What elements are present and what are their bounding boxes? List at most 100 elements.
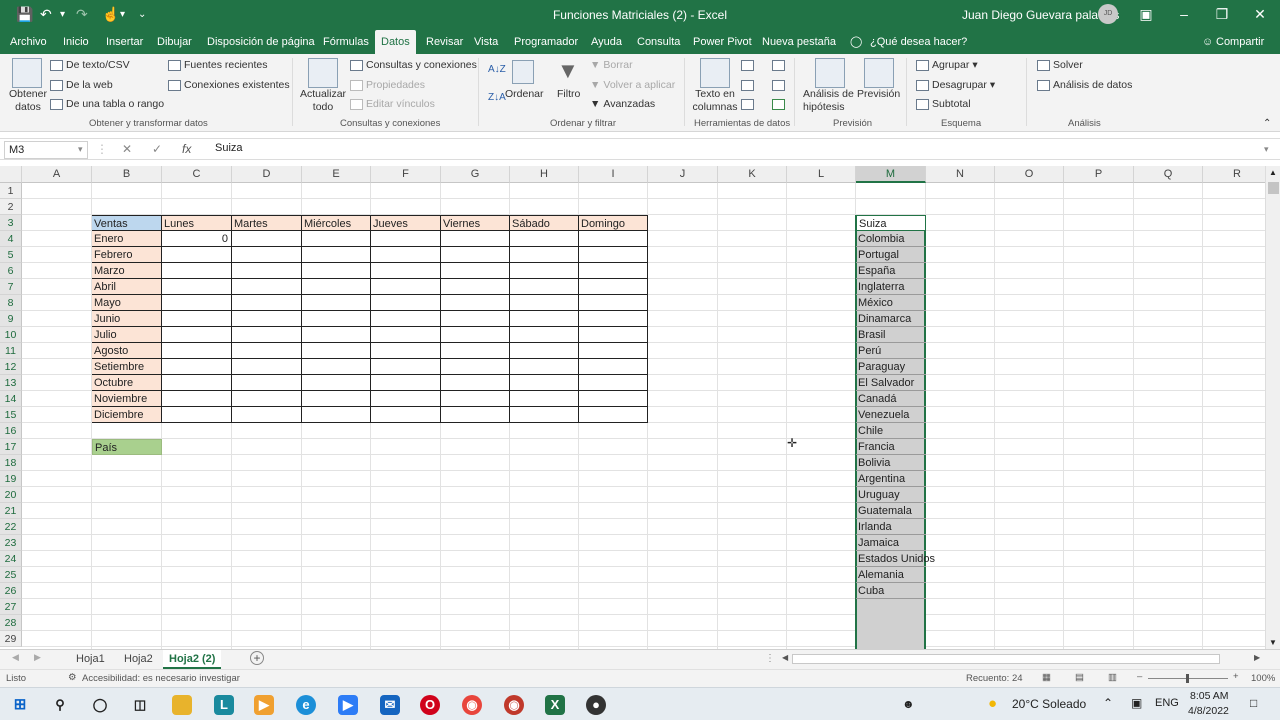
maximize-icon[interactable]: ❐ bbox=[1210, 4, 1234, 24]
chrome-profile-icon[interactable]: ◉ bbox=[504, 695, 524, 715]
forecast-icon[interactable] bbox=[864, 58, 894, 88]
column-header-d[interactable]: D bbox=[232, 166, 302, 183]
search-icon[interactable]: ⚲ bbox=[50, 695, 70, 715]
month-label-cell[interactable]: Febrero bbox=[92, 247, 162, 263]
table-data-cell[interactable] bbox=[441, 231, 510, 247]
sheet-tab-hoja1[interactable]: Hoja1 bbox=[70, 650, 111, 669]
table-data-cell[interactable] bbox=[579, 263, 648, 279]
table-data-cell[interactable] bbox=[510, 247, 579, 263]
month-label-cell[interactable]: Julio bbox=[92, 327, 162, 343]
obs-icon[interactable]: ● bbox=[586, 695, 606, 715]
column-header-q[interactable]: Q bbox=[1134, 166, 1203, 183]
column-header-e[interactable]: E bbox=[302, 166, 371, 183]
table-header-cell[interactable]: Viernes bbox=[441, 215, 510, 231]
expand-formula-icon[interactable]: ▾ bbox=[1264, 144, 1269, 155]
month-label-cell[interactable]: Enero bbox=[92, 231, 162, 247]
tab-disposicion[interactable]: Disposición de página bbox=[207, 30, 315, 54]
row-header-14[interactable]: 14 bbox=[0, 391, 22, 407]
insert-function-icon[interactable]: fx bbox=[182, 142, 191, 156]
from-table-button[interactable]: De una tabla o rango bbox=[50, 98, 164, 110]
row-header-29[interactable]: 29 bbox=[0, 631, 22, 647]
table-data-cell[interactable] bbox=[371, 263, 441, 279]
relationships-icon[interactable] bbox=[772, 80, 785, 91]
month-label-cell[interactable]: Setiembre bbox=[92, 359, 162, 375]
table-data-cell[interactable] bbox=[162, 279, 232, 295]
table-data-cell[interactable] bbox=[162, 263, 232, 279]
column-header-n[interactable]: N bbox=[926, 166, 995, 183]
table-data-cell[interactable] bbox=[579, 231, 648, 247]
table-data-cell[interactable] bbox=[232, 231, 302, 247]
data-validation-icon[interactable] bbox=[741, 99, 754, 110]
table-data-cell[interactable] bbox=[371, 327, 441, 343]
row-header-6[interactable]: 6 bbox=[0, 263, 22, 279]
table-header-cell[interactable]: Martes bbox=[232, 215, 302, 231]
row-header-20[interactable]: 20 bbox=[0, 487, 22, 503]
scroll-right-icon[interactable]: ▶ bbox=[1254, 653, 1260, 662]
table-data-cell[interactable] bbox=[371, 343, 441, 359]
column-header-i[interactable]: I bbox=[579, 166, 648, 183]
column-header-g[interactable]: G bbox=[441, 166, 510, 183]
recent-sources-button[interactable]: Fuentes recientes bbox=[168, 59, 267, 71]
ribbon-display-icon[interactable]: ▣ bbox=[1134, 4, 1158, 24]
text-to-columns-button[interactable]: Texto en columnas bbox=[692, 88, 738, 114]
group-button[interactable]: Agrupar ▾ bbox=[916, 59, 978, 71]
from-web-button[interactable]: De la web bbox=[50, 79, 113, 91]
tab-dibujar[interactable]: Dibujar bbox=[157, 30, 192, 54]
table-data-cell[interactable] bbox=[371, 359, 441, 375]
ungroup-button[interactable]: Desagrupar ▾ bbox=[916, 79, 995, 91]
country-cell[interactable]: Portugal bbox=[856, 247, 926, 263]
table-data-cell[interactable] bbox=[302, 231, 371, 247]
row-header-4[interactable]: 4 bbox=[0, 231, 22, 247]
tab-formulas[interactable]: Fórmulas bbox=[323, 30, 369, 54]
row-header-5[interactable]: 5 bbox=[0, 247, 22, 263]
table-header-cell[interactable]: Sábado bbox=[510, 215, 579, 231]
table-data-cell[interactable] bbox=[162, 407, 232, 423]
name-box[interactable]: M3 bbox=[4, 141, 88, 159]
media-app-icon[interactable]: ▶ bbox=[254, 695, 274, 715]
table-data-cell[interactable] bbox=[510, 343, 579, 359]
subtotal-button[interactable]: Subtotal bbox=[916, 98, 971, 110]
scroll-up-icon[interactable]: ▲ bbox=[1268, 168, 1278, 177]
country-cell[interactable]: Francia bbox=[856, 439, 926, 455]
refresh-all-button[interactable]: Actualizar todo bbox=[299, 88, 347, 114]
country-cell[interactable]: Chile bbox=[856, 423, 926, 439]
clock-time[interactable]: 8:05 AM bbox=[1190, 690, 1229, 702]
table-data-cell[interactable] bbox=[162, 343, 232, 359]
country-cell[interactable]: Brasil bbox=[856, 327, 926, 343]
table-header-cell[interactable]: Jueves bbox=[371, 215, 441, 231]
row-header-28[interactable]: 28 bbox=[0, 615, 22, 631]
column-header-m[interactable]: M bbox=[856, 166, 926, 183]
column-header-b[interactable]: B bbox=[92, 166, 162, 183]
country-cell[interactable]: Cuba bbox=[856, 583, 926, 599]
month-label-cell[interactable]: Octubre bbox=[92, 375, 162, 391]
table-data-cell[interactable] bbox=[232, 247, 302, 263]
table-data-cell[interactable] bbox=[510, 327, 579, 343]
table-data-cell[interactable] bbox=[441, 359, 510, 375]
queries-connections-button[interactable]: Consultas y conexiones bbox=[350, 59, 477, 71]
table-data-cell[interactable] bbox=[510, 295, 579, 311]
table-data-cell[interactable] bbox=[232, 263, 302, 279]
avatar[interactable]: JD bbox=[1098, 4, 1118, 24]
country-cell[interactable]: México bbox=[856, 295, 926, 311]
row-header-12[interactable]: 12 bbox=[0, 359, 22, 375]
what-if-icon[interactable] bbox=[815, 58, 845, 88]
table-data-cell[interactable] bbox=[371, 231, 441, 247]
table-data-cell[interactable] bbox=[510, 391, 579, 407]
tab-revisar[interactable]: Revisar bbox=[426, 30, 463, 54]
row-header-23[interactable]: 23 bbox=[0, 535, 22, 551]
table-data-cell[interactable] bbox=[441, 343, 510, 359]
tray-chevron-icon[interactable]: ⌃ bbox=[1103, 696, 1113, 710]
sort-icon[interactable] bbox=[512, 60, 534, 84]
table-data-cell[interactable] bbox=[302, 311, 371, 327]
table-data-cell[interactable] bbox=[232, 359, 302, 375]
opera-icon[interactable]: O bbox=[420, 695, 440, 715]
table-data-cell[interactable] bbox=[579, 391, 648, 407]
column-header-p[interactable]: P bbox=[1064, 166, 1134, 183]
row-header-27[interactable]: 27 bbox=[0, 599, 22, 615]
row-header-22[interactable]: 22 bbox=[0, 519, 22, 535]
table-data-cell[interactable] bbox=[232, 407, 302, 423]
edge-icon[interactable]: e bbox=[296, 695, 316, 715]
get-data-button[interactable]: Obtener datos bbox=[8, 88, 48, 114]
country-cell[interactable]: Jamaica bbox=[856, 535, 926, 551]
country-cell[interactable]: Argentina bbox=[856, 471, 926, 487]
